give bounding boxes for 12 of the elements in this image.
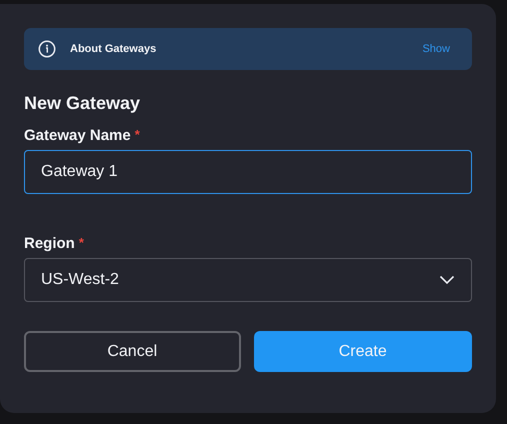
field-label: Gateway Name [24, 127, 131, 144]
required-mark: * [78, 235, 84, 250]
show-link[interactable]: Show [422, 43, 450, 55]
banner-title: About Gateways [70, 43, 158, 55]
cancel-button[interactable]: Cancel [24, 331, 240, 372]
dialog-title: New Gateway [24, 93, 142, 114]
info-icon [38, 40, 56, 58]
chevron-down-icon [439, 275, 455, 285]
region-dropdown[interactable]: US-West-2 [24, 258, 472, 302]
field-label: Region [24, 235, 75, 252]
required-mark: * [134, 127, 140, 142]
gateway-name-input[interactable]: Gateway 1 [24, 150, 472, 194]
